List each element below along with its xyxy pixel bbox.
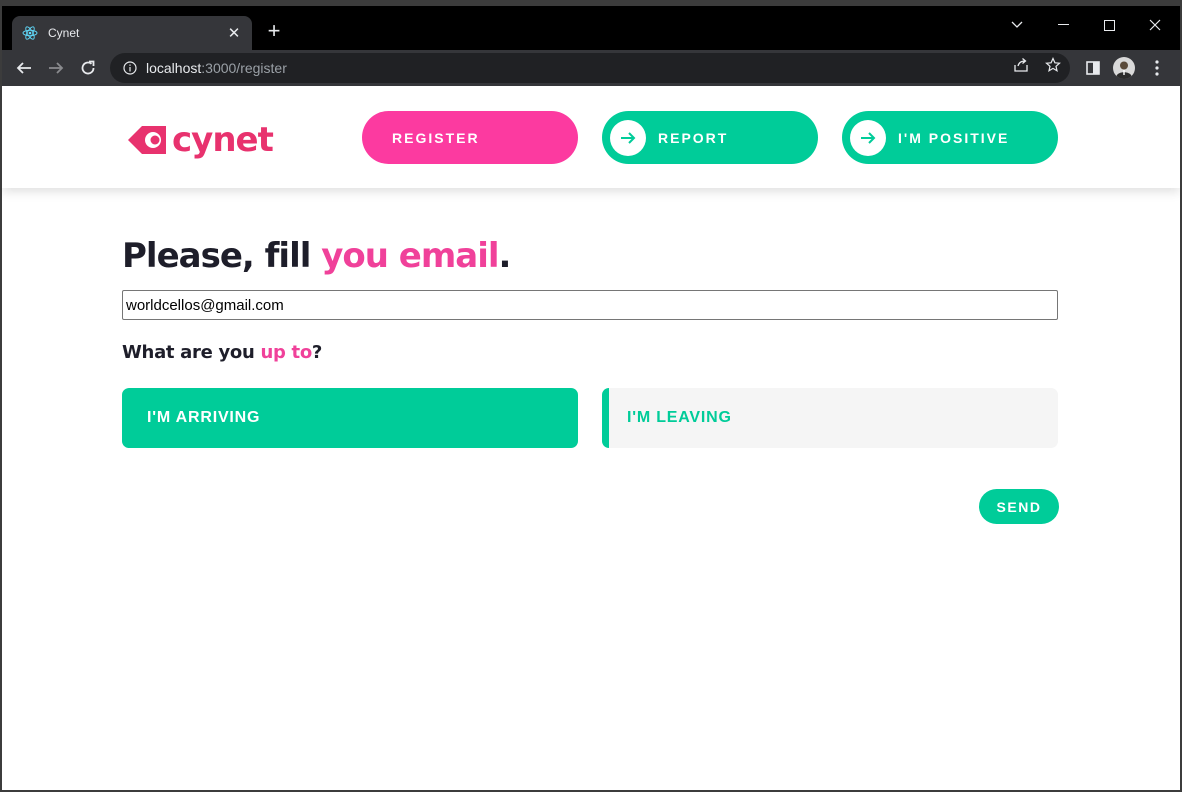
- title-text: Please, fill: [122, 236, 322, 276]
- bookmark-star-icon[interactable]: [1045, 57, 1061, 73]
- send-button[interactable]: SEND: [979, 489, 1059, 524]
- leaving-option[interactable]: I'M LEAVING: [602, 388, 1058, 448]
- im-positive-button[interactable]: I'M POSITIVE: [842, 111, 1058, 164]
- register-label: REGISTER: [392, 129, 480, 146]
- browser-toolbar: localhost:3000/register: [2, 50, 1180, 86]
- leaving-label: I'M LEAVING: [627, 409, 732, 426]
- minimize-icon[interactable]: [1040, 10, 1086, 40]
- arriving-option[interactable]: I'M ARRIVING: [122, 388, 578, 448]
- reload-icon[interactable]: [74, 54, 102, 82]
- site-header: cynet REGISTER REPORT I'M POSITIVE: [2, 86, 1180, 188]
- share-icon[interactable]: [1013, 57, 1029, 73]
- url-host: localhost: [146, 60, 202, 76]
- question-mark: ?: [311, 342, 323, 363]
- close-tab-icon[interactable]: ✕: [226, 25, 242, 42]
- new-tab-icon[interactable]: +: [262, 20, 286, 44]
- im-positive-label: I'M POSITIVE: [898, 129, 1010, 146]
- react-icon: [22, 25, 38, 41]
- arriving-label: I'M ARRIVING: [147, 409, 261, 426]
- site-info-icon[interactable]: [122, 60, 138, 76]
- title-period: .: [498, 236, 512, 276]
- report-label: REPORT: [658, 129, 729, 146]
- email-field[interactable]: [122, 290, 1058, 320]
- arrow-right-icon: [850, 119, 886, 156]
- browser-window: Cynet ✕ + localhost:3000/register cynet…: [0, 6, 1182, 792]
- forward-arrow-icon[interactable]: [42, 54, 70, 82]
- menu-kebab-icon[interactable]: [1145, 56, 1169, 80]
- logo-text: cynet: [172, 120, 274, 160]
- arrow-right-icon: [610, 119, 646, 156]
- title-accent: you email: [321, 236, 499, 276]
- register-button[interactable]: REGISTER: [362, 111, 578, 164]
- close-window-icon[interactable]: [1132, 10, 1178, 40]
- maximize-icon[interactable]: [1086, 10, 1132, 40]
- url-path: :3000/register: [201, 60, 287, 76]
- cynet-logo-icon: [128, 126, 166, 154]
- tab-title: Cynet: [48, 26, 80, 40]
- send-label: SEND: [996, 498, 1042, 515]
- tab-search-icon[interactable]: [994, 10, 1040, 40]
- profile-avatar-icon[interactable]: [1112, 56, 1136, 80]
- question-accent: up to: [260, 342, 312, 363]
- page-title: Please, fill you email.: [122, 236, 1060, 276]
- side-panel-icon[interactable]: [1081, 56, 1105, 80]
- question-heading: What are you up to?: [122, 342, 1060, 363]
- cynet-logo[interactable]: cynet: [126, 120, 274, 160]
- report-button[interactable]: REPORT: [602, 111, 818, 164]
- address-bar[interactable]: localhost:3000/register: [110, 53, 1070, 83]
- browser-tab[interactable]: Cynet ✕: [12, 16, 252, 50]
- tab-strip: Cynet ✕ +: [2, 6, 1180, 50]
- page-viewport: cynet REGISTER REPORT I'M POSITIVE Pleas…: [2, 86, 1180, 790]
- register-form: Please, fill you email. What are you up …: [122, 236, 1060, 448]
- question-text: What are you: [122, 342, 261, 363]
- back-arrow-icon[interactable]: [10, 54, 38, 82]
